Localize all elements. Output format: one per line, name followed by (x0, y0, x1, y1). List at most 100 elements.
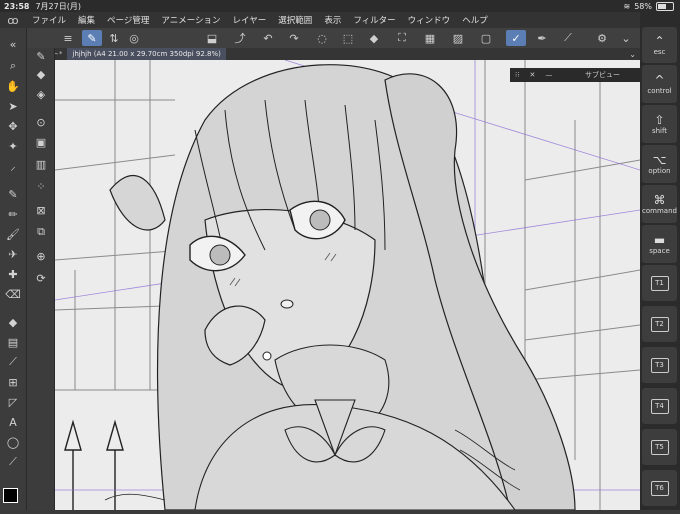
date: 7月27日(月) (35, 1, 81, 11)
shift-key[interactable]: ⇧ shift (642, 105, 677, 143)
t3-key[interactable]: T3 (642, 347, 677, 383)
airbrush-icon[interactable]: ✈ (4, 246, 22, 262)
t4-key[interactable]: T4 (642, 388, 677, 424)
frame-icon[interactable]: ▢ (476, 30, 496, 46)
subtool-palette: ✎ ◆ ◈ ⊙ ▣ ▥ ⁘ ⊠ ⧉ ⊕ ⟳ (27, 48, 55, 510)
line-art-drawing (55, 60, 640, 510)
menu-animation[interactable]: アニメーション (155, 14, 226, 26)
balloon-icon[interactable]: ◯ (4, 434, 22, 450)
control-key[interactable]: ^ control (642, 65, 677, 103)
correct-line-icon[interactable]: ⟋ (4, 454, 22, 470)
pen-icon[interactable]: ✒ (532, 30, 552, 46)
command-icon: ⌘ (653, 192, 666, 207)
lasso-icon[interactable]: ◌ (312, 30, 332, 46)
subview-panel-header[interactable]: ⁝⁝ ✕ — サブビュー (510, 68, 640, 82)
transform-icon[interactable]: ⛶ (392, 30, 412, 46)
chevron-down-icon[interactable]: ⌄ (616, 30, 636, 46)
fill-tool-icon[interactable]: ◆ (4, 314, 22, 330)
main-color-chip[interactable] (3, 488, 18, 503)
menu-file[interactable]: ファイル (26, 14, 72, 26)
menu-bar: ꝏ ファイル 編集 ページ管理 アニメーション レイヤー 選択範囲 表示 フィル… (0, 12, 680, 28)
gradient-icon[interactable]: ▤ (4, 334, 22, 350)
minimize-icon[interactable]: — (545, 71, 552, 79)
command-key[interactable]: ⌘ command (642, 185, 677, 223)
t1-key[interactable]: T1 (642, 265, 677, 301)
eraser-icon[interactable]: ⌫ (4, 286, 22, 302)
menu-window[interactable]: ウィンドウ (402, 14, 457, 26)
battery-percent: 58% (634, 1, 652, 11)
pen-tool-icon[interactable]: ✎ (4, 186, 22, 202)
stack-icon[interactable]: ◈ (32, 86, 50, 102)
brush-tool-icon[interactable]: 🖌 (4, 226, 22, 242)
menu-page[interactable]: ページ管理 (101, 14, 155, 26)
material-icon[interactable]: ▥ (32, 156, 50, 172)
color-set-icon[interactable]: ⁘ (32, 178, 50, 194)
tool-palette: « ⌕ ✋ ➤ ✥ ✦ ⸝ ✎ ✏ 🖌 ✈ ✚ ⌫ ◆ ▤ ⟋ ⊞ ◸ A ◯ … (0, 28, 27, 510)
document-tabs: イラスト* jhjhjh (A4 21.00 x 29.70cm 350dpi … (26, 48, 640, 60)
tool-property-icon[interactable]: ▣ (32, 134, 50, 150)
text-icon[interactable]: A (4, 414, 22, 430)
frame-tool-icon[interactable]: ⊞ (4, 374, 22, 390)
clock: 23:58 (4, 1, 30, 11)
menu-layer[interactable]: レイヤー (227, 14, 273, 26)
ruler-icon[interactable]: ▨ (448, 30, 468, 46)
double-chevron-icon[interactable]: « (4, 36, 22, 52)
menu-help[interactable]: ヘルプ (456, 14, 494, 26)
menu-icon[interactable]: ≡ (58, 30, 78, 46)
grid-icon[interactable]: ▦ (420, 30, 440, 46)
menu-selection[interactable]: 選択範囲 (272, 14, 318, 26)
eyedropper-icon[interactable]: ⸝ (4, 158, 22, 174)
hand-icon[interactable]: ✋ (4, 78, 22, 94)
space-key[interactable]: ▬ space (642, 225, 677, 263)
edge-keyboard: ⌃ esc ^ control ⇧ shift ⌥ option ⌘ comma… (640, 12, 680, 510)
chevron-up-icon: ⌃ (654, 33, 665, 48)
wand-icon[interactable]: ✦ (4, 138, 22, 154)
collapse-icon[interactable]: ⌄ (629, 50, 636, 59)
brush-icon[interactable]: ✓ (506, 30, 526, 46)
option-icon: ⌥ (652, 152, 667, 167)
move-icon[interactable]: ✥ (4, 118, 22, 134)
search-icon[interactable]: ⊕ (32, 248, 50, 264)
ruler-tool-icon[interactable]: ◸ (4, 394, 22, 410)
drawing-canvas[interactable] (55, 60, 640, 510)
layer-property-icon[interactable]: ⊠ (32, 202, 50, 218)
zoom-icon[interactable]: ⌕ (4, 58, 22, 74)
brush-settings-icon[interactable]: ✎ (32, 48, 50, 64)
grip-icon[interactable]: ⁝⁝ (515, 71, 519, 79)
navigator-icon[interactable]: ⊙ (32, 114, 50, 130)
operation-icon[interactable]: ➤ (4, 98, 22, 114)
adjust-icon[interactable]: ◎ (124, 30, 144, 46)
fill-icon[interactable]: ◆ (364, 30, 384, 46)
control-icon: ^ (654, 72, 665, 87)
settings-icon[interactable]: ⚙ (592, 30, 612, 46)
redo-icon[interactable]: ↷ (284, 30, 304, 46)
history-icon[interactable]: ⟳ (32, 270, 50, 286)
wifi-icon: ≋ (623, 1, 631, 11)
decoration-icon[interactable]: ✚ (4, 266, 22, 282)
esc-key[interactable]: ⌃ esc (642, 27, 677, 63)
figure-icon[interactable]: ⟋ (4, 354, 22, 370)
export-icon[interactable]: ⤴ (230, 30, 250, 46)
new-file-icon[interactable]: ✎ (82, 30, 102, 46)
command-bar: ≡ ✎ ⇅ ◎ ⬓ ⤴ ↶ ↷ ◌ ⬚ ◆ ⛶ ▦ ▨ ▢ ✓ ✒ ⟋ ⚙ ⌄ (0, 28, 640, 49)
option-key[interactable]: ⌥ option (642, 145, 677, 183)
t5-key[interactable]: T5 (642, 429, 677, 465)
menu-view[interactable]: 表示 (318, 14, 347, 26)
line-icon[interactable]: ⟋ (558, 30, 578, 46)
t2-key[interactable]: T2 (642, 306, 677, 342)
color-chips[interactable] (3, 488, 25, 514)
undo-icon[interactable]: ↶ (258, 30, 278, 46)
menu-edit[interactable]: 編集 (72, 14, 101, 26)
menu-filter[interactable]: フィルター (347, 14, 401, 26)
subview-title: サブビュー (585, 71, 620, 79)
ink-icon[interactable]: ◆ (32, 66, 50, 82)
t6-key[interactable]: T6 (642, 470, 677, 506)
app-logo-icon[interactable]: ꝏ (0, 14, 26, 27)
select-icon[interactable]: ⬚ (338, 30, 358, 46)
stepper-icon[interactable]: ⇅ (104, 30, 124, 46)
close-icon[interactable]: ✕ (529, 71, 535, 79)
tab-current-document[interactable]: jhjhjh (A4 21.00 x 29.70cm 350dpi 92.8%) (67, 48, 226, 60)
pencil-icon[interactable]: ✏ (4, 206, 22, 222)
save-icon[interactable]: ⬓ (202, 30, 222, 46)
layer-icon[interactable]: ⧉ (32, 224, 50, 240)
